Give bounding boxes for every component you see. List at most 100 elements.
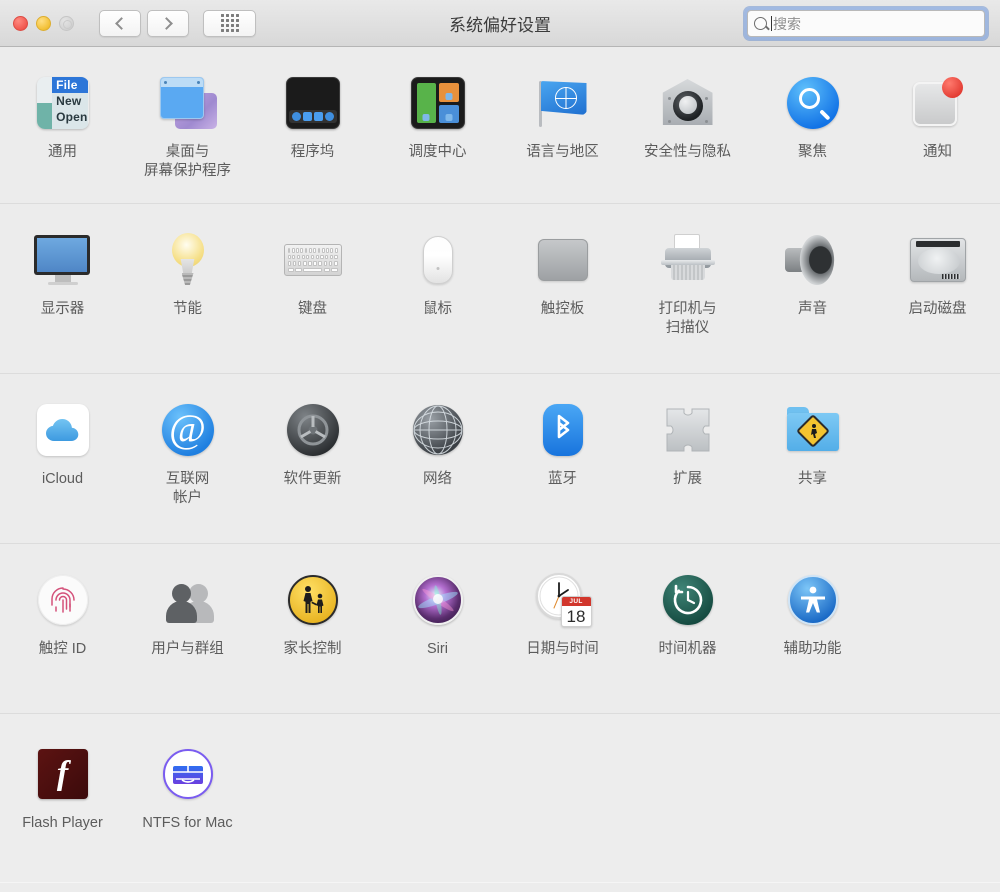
pref-sound[interactable]: 声音 (750, 204, 875, 373)
preference-row-system: 触控 ID 用户与群组 家长控制 Siri JUL 18 日期与时间 时间机器 … (0, 544, 1000, 714)
preference-panes-grid: File New Open 通用 桌面与 屏幕保护程序 程序坞 调度中心 语言与… (0, 47, 1000, 882)
security-privacy-house-icon (656, 71, 720, 135)
time-machine-icon (656, 568, 720, 632)
pref-desktop-screensaver[interactable]: 桌面与 屏幕保护程序 (125, 47, 250, 203)
pref-printers-scanners[interactable]: 打印机与 扫描仪 (625, 204, 750, 373)
pref-label: iCloud (41, 471, 84, 487)
pref-label: 通用 (48, 144, 77, 160)
pref-empty-slot (875, 544, 1000, 713)
parental-controls-icon (281, 568, 345, 632)
accessibility-icon (781, 568, 845, 632)
navigation-buttons (99, 9, 189, 37)
bluetooth-icon (531, 398, 595, 462)
pref-label: NTFS for Mac (142, 815, 233, 831)
pref-mouse[interactable]: 鼠标 (375, 204, 500, 373)
pref-time-machine[interactable]: 时间机器 (625, 544, 750, 713)
pref-label: 显示器 (40, 301, 85, 317)
show-all-button[interactable] (203, 9, 256, 37)
pref-general[interactable]: File New Open 通用 (0, 47, 125, 203)
pref-flash-player[interactable]: f Flash Player (0, 714, 125, 882)
close-button[interactable] (13, 15, 28, 31)
pref-label: 互联网 帐户 (165, 471, 210, 506)
notifications-icon (906, 71, 970, 135)
general-icon: File New Open (31, 71, 95, 135)
pref-mission-control[interactable]: 调度中心 (375, 47, 500, 203)
pref-energy-saver[interactable]: 节能 (125, 204, 250, 373)
window-titlebar: 系统偏好设置 搜索 (0, 0, 1000, 47)
pref-label: 用户与群组 (151, 641, 224, 657)
pref-label: 调度中心 (408, 144, 467, 160)
pref-trackpad[interactable]: 触控板 (500, 204, 625, 373)
pref-empty-slot (375, 714, 500, 882)
pref-empty-slot (250, 714, 375, 882)
preference-row-hardware: 显示器 节能 键盘 鼠标 触控板 打印机与 扫描仪 声音 启动磁盘 (0, 204, 1000, 374)
pref-label: 共享 (798, 471, 827, 487)
display-monitor-icon (31, 228, 95, 292)
pref-label: 触控板 (540, 301, 585, 317)
shared-folder-icon (781, 398, 845, 462)
pref-dock[interactable]: 程序坞 (250, 47, 375, 203)
pref-accessibility[interactable]: 辅助功能 (750, 544, 875, 713)
pref-label: 声音 (798, 301, 827, 317)
pref-notifications[interactable]: 通知 (875, 47, 1000, 203)
preference-row-third-party: f Flash Player NTFS for Mac (0, 714, 1000, 882)
pref-security-privacy[interactable]: 安全性与隐私 (625, 47, 750, 203)
pref-keyboard[interactable]: 键盘 (250, 204, 375, 373)
pref-label: 触控 ID (38, 641, 87, 657)
pref-label: 蓝牙 (548, 471, 577, 487)
chevron-left-icon (115, 16, 128, 30)
grid-dots-icon (220, 14, 239, 32)
pref-label: Siri (427, 641, 448, 657)
pref-label: 节能 (173, 301, 202, 317)
chevron-right-icon (160, 16, 173, 30)
traffic-light-buttons (13, 15, 74, 31)
pref-network[interactable]: 网络 (375, 374, 500, 543)
pref-label: 软件更新 (283, 471, 342, 487)
pref-date-time[interactable]: JUL 18 日期与时间 (500, 544, 625, 713)
pref-displays[interactable]: 显示器 (0, 204, 125, 373)
users-group-icon (156, 568, 220, 632)
ntfs-for-mac-icon (156, 742, 220, 806)
pref-startup-disk[interactable]: 启动磁盘 (875, 204, 1000, 373)
pref-empty-slot (750, 714, 875, 882)
pref-users-groups[interactable]: 用户与群组 (125, 544, 250, 713)
pref-ntfs-for-mac[interactable]: NTFS for Mac (125, 714, 250, 882)
pref-internet-accounts[interactable]: @ 互联网 帐户 (125, 374, 250, 543)
pref-label: 启动磁盘 (908, 301, 967, 317)
search-icon (754, 17, 767, 30)
pref-language-region[interactable]: 语言与地区 (500, 47, 625, 203)
spotlight-magnifier-icon (781, 71, 845, 135)
pref-touch-id[interactable]: 触控 ID (0, 544, 125, 713)
lightbulb-icon (156, 228, 220, 292)
forward-button[interactable] (147, 9, 189, 37)
preference-row-internet: iCloud @ 互联网 帐户 软件更新 网络 蓝牙 扩展 共享 (0, 374, 1000, 544)
calendar-month: JUL (561, 597, 591, 606)
pref-label: 通知 (923, 144, 952, 160)
gear-icon (281, 398, 345, 462)
pref-parental-controls[interactable]: 家长控制 (250, 544, 375, 713)
pref-bluetooth[interactable]: 蓝牙 (500, 374, 625, 543)
pref-siri[interactable]: Siri (375, 544, 500, 713)
pref-spotlight[interactable]: 聚焦 (750, 47, 875, 203)
mouse-icon (406, 228, 470, 292)
pref-extensions[interactable]: 扩展 (625, 374, 750, 543)
text-caret (771, 16, 772, 31)
siri-orb-icon (406, 568, 470, 632)
pref-sharing[interactable]: 共享 (750, 374, 875, 543)
pref-label: 安全性与隐私 (644, 144, 731, 160)
pref-label: 打印机与 扫描仪 (658, 301, 717, 336)
language-region-flag-icon (531, 71, 595, 135)
preference-row-personal: File New Open 通用 桌面与 屏幕保护程序 程序坞 调度中心 语言与… (0, 47, 1000, 204)
pref-label: 聚焦 (798, 144, 827, 160)
printer-icon (656, 228, 720, 292)
search-input[interactable]: 搜索 (747, 10, 985, 37)
minimize-button[interactable] (36, 15, 51, 31)
pref-icloud[interactable]: iCloud (0, 374, 125, 543)
pref-label: 语言与地区 (526, 144, 599, 160)
pref-label: 桌面与 屏幕保护程序 (144, 144, 231, 179)
puzzle-piece-icon (656, 398, 720, 462)
back-button[interactable] (99, 9, 141, 37)
pref-label: 家长控制 (283, 641, 342, 657)
pref-label: 网络 (423, 471, 452, 487)
pref-software-update[interactable]: 软件更新 (250, 374, 375, 543)
